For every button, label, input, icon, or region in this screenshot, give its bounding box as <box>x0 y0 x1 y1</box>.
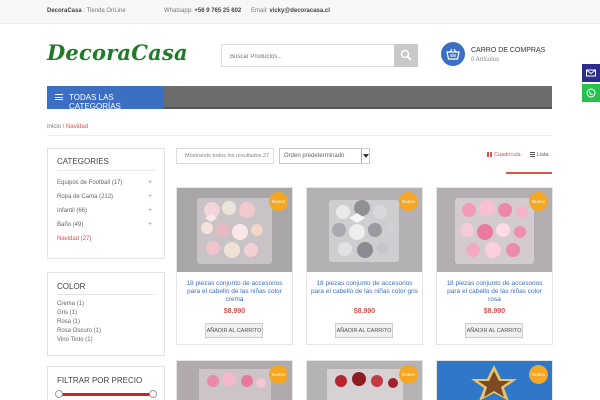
email-info: Email: vicky@decoracasa.cl <box>251 8 330 14</box>
widget-title: COLOR <box>57 282 86 291</box>
phone-icon <box>586 88 596 98</box>
color-filter-item[interactable]: Crema (1) <box>57 301 84 307</box>
product-price: $8.990 <box>223 308 246 315</box>
category-item[interactable]: Equipos de Football (17) <box>57 180 122 186</box>
product-title[interactable]: 18 piezas conjunto de accesorios para el… <box>311 280 418 296</box>
whatsapp-info: Whatsapp: +56 9 765 25 602 <box>164 8 242 14</box>
add-to-cart-button[interactable]: AÑADIR AL CARRITO <box>465 323 523 338</box>
add-to-cart-button[interactable]: AÑADIR AL CARRITO <box>335 323 393 338</box>
list-icon <box>530 152 535 157</box>
product-card: Nuevo <box>306 360 423 400</box>
basket-icon <box>446 48 460 60</box>
orderby-selected: Orden predeterminado <box>284 153 345 159</box>
price-filter-widget: FILTRAR POR PRECIO <box>47 366 165 400</box>
category-item[interactable]: Infantil (66) <box>57 208 87 214</box>
price-slider-min-handle[interactable] <box>55 390 63 398</box>
cart-button[interactable] <box>441 42 465 66</box>
orderby-select[interactable]: Orden predeterminado <box>279 148 370 164</box>
color-widget: COLOR Crema (1) Gris (1) Rosa (1) Rosa O… <box>47 272 165 356</box>
all-categories-label: TODAS LAS CATEGORÍAS <box>69 93 121 111</box>
product-title[interactable]: 18 piezas conjunto de accesorios para el… <box>441 280 548 304</box>
category-item[interactable]: Ropa de Cama (212) <box>57 194 113 200</box>
new-badge: Nuevo <box>529 192 548 211</box>
grid-icon <box>487 152 492 157</box>
new-badge: Nuevo <box>529 365 548 384</box>
category-item[interactable]: Baño (49) <box>57 222 83 228</box>
search-button[interactable] <box>394 44 418 67</box>
envelope-icon <box>586 69 596 77</box>
breadcrumb-home[interactable]: Inicio <box>47 124 61 130</box>
add-to-cart-button[interactable]: AÑADIR AL CARRITO <box>205 323 263 338</box>
view-list-toggle[interactable]: Lista <box>530 152 549 158</box>
plus-icon[interactable]: + <box>148 221 152 228</box>
divider <box>47 135 552 136</box>
site-logo[interactable]: DecoraCasa <box>47 40 188 65</box>
new-badge: Nuevo <box>399 365 418 384</box>
category-item-active[interactable]: Navidad (27) <box>57 236 91 242</box>
plus-icon[interactable]: + <box>148 207 152 214</box>
breadcrumb: Inicio / Navidad <box>47 124 89 130</box>
side-tab-whatsapp[interactable] <box>582 84 600 102</box>
product-card: Nuevo 18 piezas conjunto de accesorios p… <box>176 187 293 345</box>
cart-count: 0 Artículos <box>471 57 500 63</box>
new-badge: Nuevo <box>269 192 288 211</box>
new-badge: Nuevo <box>399 192 418 211</box>
view-grid-toggle[interactable]: Cuadrícula <box>487 152 521 158</box>
plus-icon[interactable]: + <box>148 193 152 200</box>
search-input[interactable] <box>222 46 392 68</box>
product-price: $8.990 <box>483 308 506 315</box>
product-card: Nuevo <box>176 360 293 400</box>
product-card: Nuevo 18 piezas conjunto de accesorios p… <box>436 187 553 345</box>
product-card: Nuevo 18 piezas conjunto de accesorios p… <box>306 187 423 345</box>
widget-title: FILTRAR POR PRECIO <box>57 376 143 385</box>
result-count: Mostrando todos los resultados 27 <box>176 148 274 164</box>
store-tagline: DecoraCasa : Tienda OnLine <box>47 8 126 14</box>
main-navbar: TODAS LAS CATEGORÍAS <box>47 86 552 111</box>
top-bar: DecoraCasa : Tienda OnLine Whatsapp: +56… <box>0 0 600 24</box>
breadcrumb-current: Navidad <box>66 124 89 130</box>
search-box <box>221 44 418 68</box>
cart-title[interactable]: CARRO DE COMPRAS <box>471 47 545 54</box>
new-badge: Nuevo <box>269 365 288 384</box>
widget-title: CATEGORIES <box>57 157 109 166</box>
email-link[interactable]: vicky@decoracasa.cl <box>269 8 330 14</box>
product-card: Nuevo <box>436 360 553 400</box>
product-price: $8.990 <box>353 308 376 315</box>
color-filter-item[interactable]: Vino Tinto (1) <box>57 337 93 343</box>
whatsapp-number[interactable]: +56 9 765 25 602 <box>194 8 241 14</box>
search-icon <box>400 49 412 61</box>
product-title[interactable]: 18 piezas conjunto de accesorios para el… <box>181 280 288 304</box>
color-filter-item[interactable]: Gris (1) <box>57 310 77 316</box>
price-slider-max-handle[interactable] <box>149 390 157 398</box>
price-slider[interactable] <box>55 390 157 398</box>
hamburger-icon <box>55 94 63 100</box>
plus-icon[interactable]: + <box>148 179 152 186</box>
dropdown-arrow-icon <box>361 149 369 163</box>
chevron-down-icon[interactable]: ⌄ <box>537 48 543 56</box>
color-filter-item[interactable]: Rosa Oscuro (1) <box>57 328 101 334</box>
all-categories-button[interactable]: TODAS LAS CATEGORÍAS <box>47 86 164 111</box>
side-tab-email[interactable] <box>582 64 600 82</box>
active-view-indicator <box>506 172 552 174</box>
color-filter-item[interactable]: Rosa (1) <box>57 319 80 325</box>
categories-widget: CATEGORIES Equipos de Football (17) + Ro… <box>47 148 165 259</box>
